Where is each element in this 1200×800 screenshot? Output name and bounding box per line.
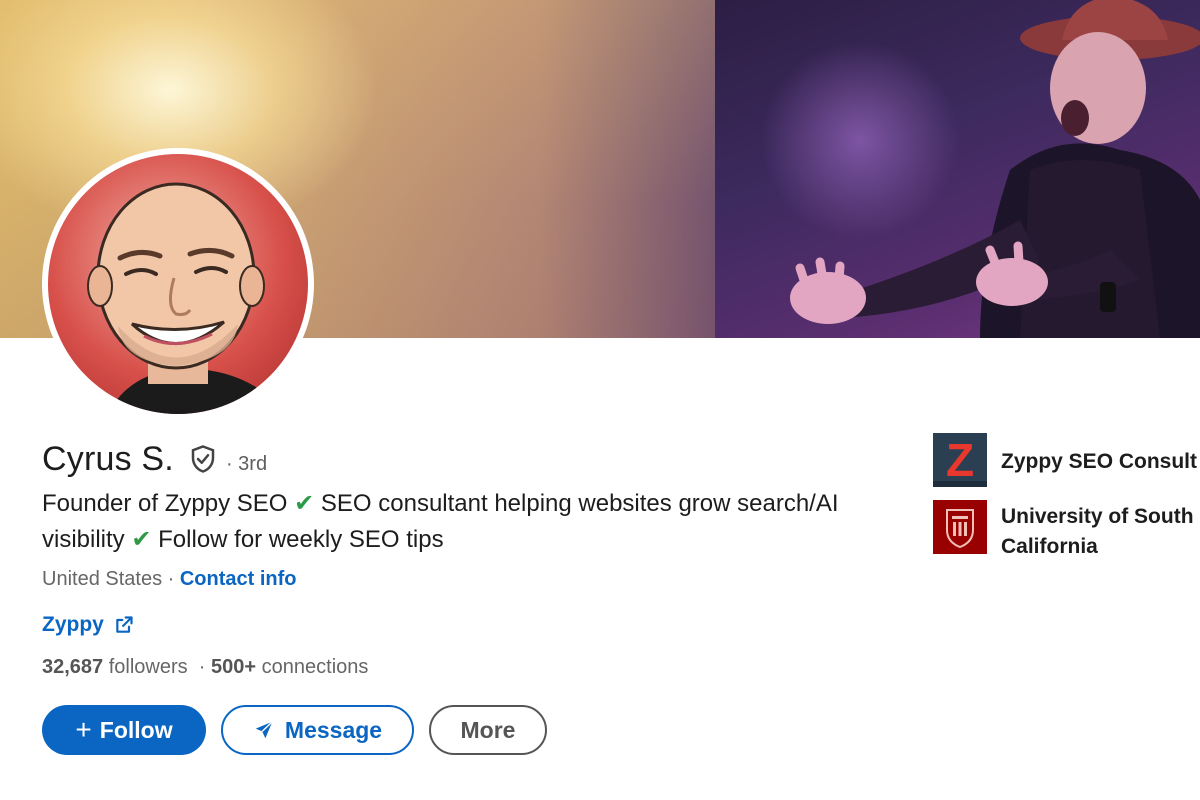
external-link-icon	[116, 616, 133, 633]
message-label: Message	[284, 716, 383, 743]
more-label: More	[460, 716, 516, 743]
plus-icon: +	[75, 714, 92, 745]
website-label: Zyppy	[42, 613, 104, 636]
usc-seal	[933, 500, 987, 554]
shield-check-icon[interactable]	[188, 444, 218, 474]
svg-text:Z: Z	[946, 434, 974, 486]
followers-count[interactable]: 32,687	[42, 656, 103, 678]
check-icon: ✔	[294, 490, 315, 517]
org-name: Zyppy SEO Consult	[1001, 450, 1198, 473]
connection-degree: · 3rd	[225, 453, 268, 475]
followers-label: followers	[108, 656, 188, 678]
follow-button[interactable]: + Follow	[42, 705, 206, 755]
org-item-zyppy[interactable]: Z Zyppy SEO Consult	[933, 433, 1200, 487]
location-row: United States · Contact info	[42, 568, 297, 591]
more-button[interactable]: More	[429, 705, 547, 755]
zyppy-logo: Z	[933, 433, 987, 487]
profile-card: Cyrus S. · 3rd Founder of Zyppy SEO ✔ SE…	[0, 0, 1200, 800]
contact-info-link[interactable]: Contact info	[180, 568, 297, 590]
profile-headline: Founder of Zyppy SEO ✔ SEO consultant he…	[42, 486, 862, 558]
org-name: University of South California	[1001, 505, 1194, 558]
profile-name: Cyrus S.	[42, 440, 174, 478]
name-row: Cyrus S. · 3rd	[42, 440, 267, 479]
profile-avatar[interactable]	[42, 148, 314, 420]
org-item-usc[interactable]: University of South California	[933, 500, 1200, 562]
headline-part-3: Follow for weekly SEO tips	[158, 526, 444, 553]
follow-label: Follow	[99, 716, 173, 743]
paper-plane-icon	[255, 721, 273, 739]
website-link[interactable]: Zyppy	[42, 613, 134, 637]
connections-count[interactable]: 500+	[211, 656, 256, 678]
stats-separator: ·	[198, 656, 206, 678]
connections-label: connections	[261, 656, 369, 678]
message-button[interactable]: Message	[221, 705, 414, 755]
avatar-illustration	[87, 182, 278, 414]
speaker-photo	[790, 0, 1200, 338]
stats-row: 32,687 followers · 500+ connections	[42, 656, 368, 679]
check-icon: ✔	[131, 526, 152, 553]
headline-part-1: Founder of Zyppy SEO	[42, 490, 288, 517]
location-text: United States ·	[42, 568, 175, 590]
